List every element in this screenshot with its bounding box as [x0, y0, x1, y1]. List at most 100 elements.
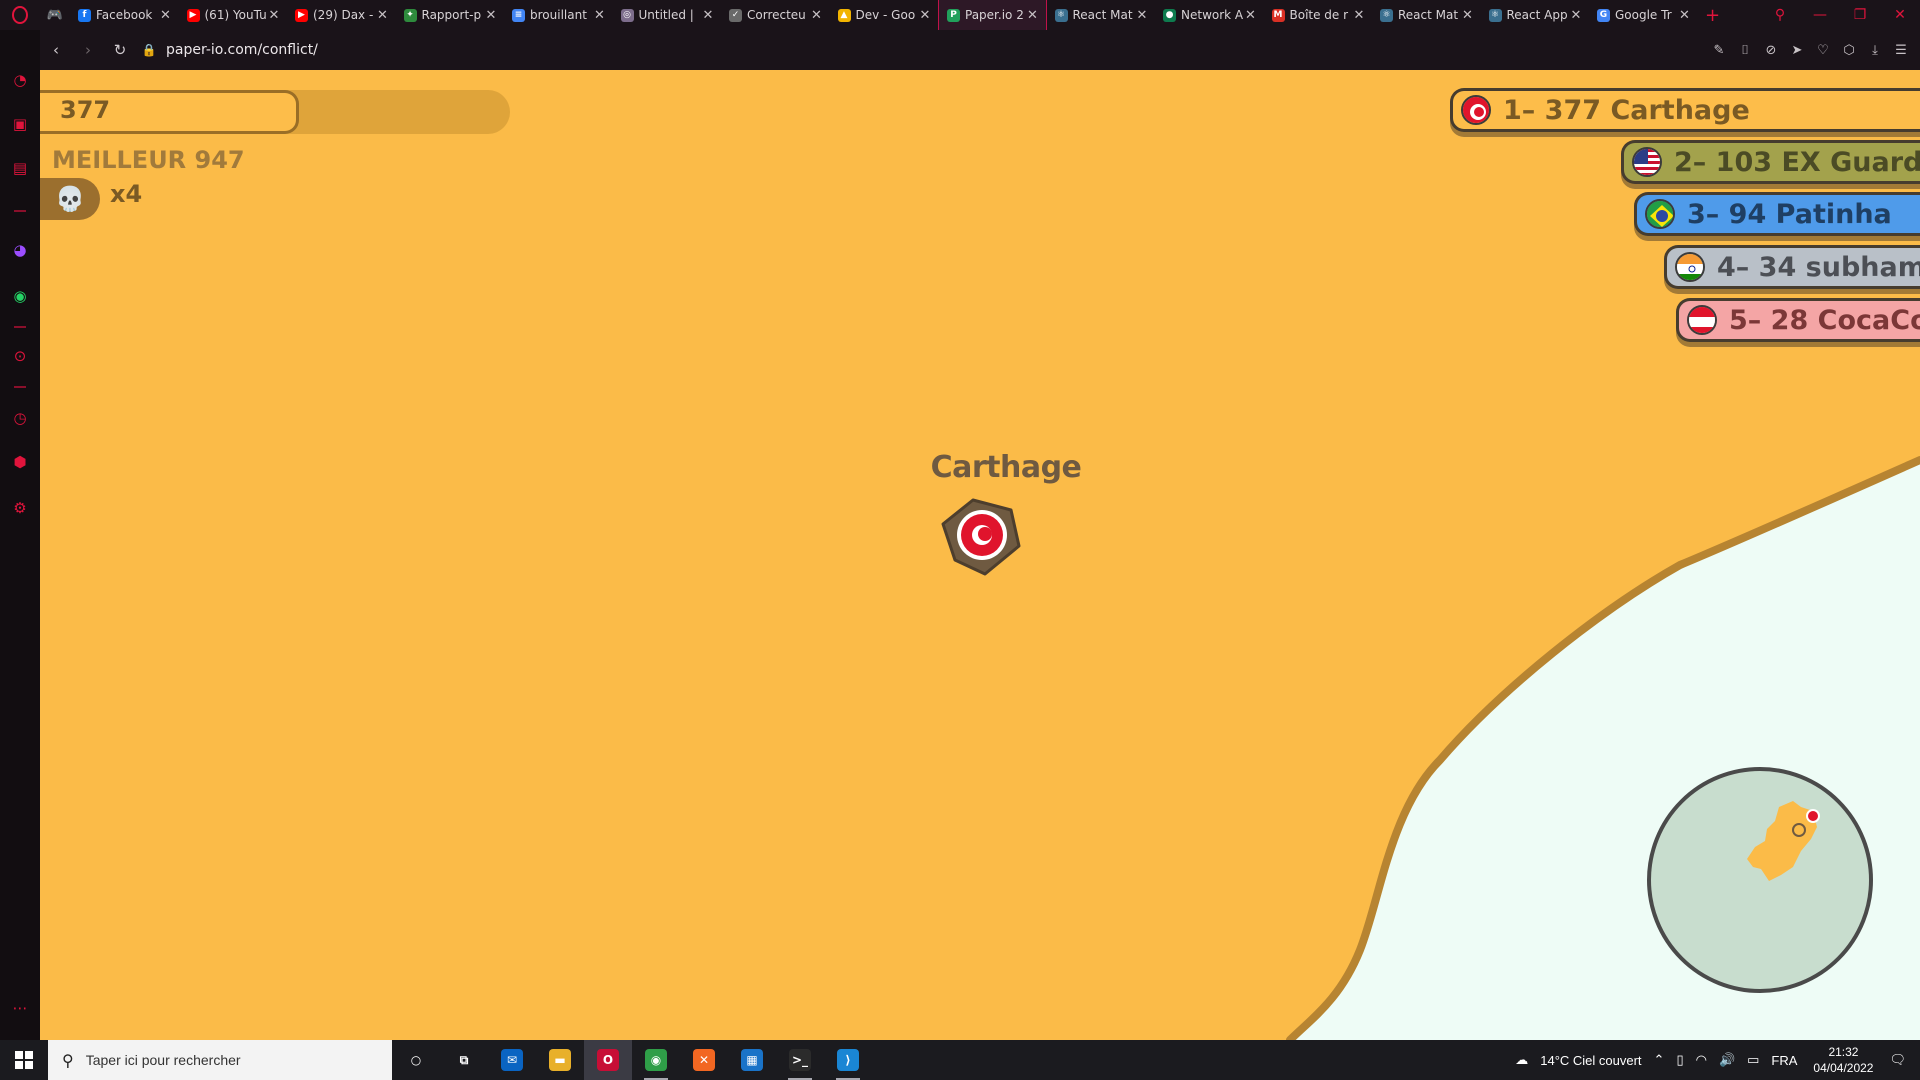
whatsapp-icon[interactable]: ◉ [10, 286, 30, 306]
reload-button[interactable]: ↻ [104, 41, 136, 59]
more-icon[interactable]: ⋯ [10, 998, 30, 1018]
download-icon[interactable]: ⤓ [1862, 43, 1888, 58]
notifications-icon[interactable]: 🗨 [1889, 1052, 1906, 1068]
bag-icon[interactable]: ▣ [10, 114, 30, 134]
chrome-taskbar-button[interactable]: ◉ [632, 1040, 680, 1080]
file-explorer-icon: ▬ [549, 1049, 571, 1071]
new-tab-button[interactable]: + [1698, 5, 1728, 26]
browser-tab[interactable]: ≡ brouillant ✕ [504, 0, 613, 30]
windows-start-icon[interactable] [0, 1040, 48, 1080]
battery-icon[interactable]: ▯ [1676, 1052, 1683, 1068]
history-icon[interactable]: ◷ [10, 408, 30, 428]
easy-setup-icon[interactable]: ☰ [1888, 43, 1914, 58]
task-view-icon: ⧉ [459, 1052, 469, 1067]
browser-tab[interactable]: P Paper.io 2 ✕ [938, 0, 1047, 30]
browser-tab[interactable]: ✓ Correcteu ✕ [721, 0, 830, 30]
language-indicator[interactable]: FRA [1771, 1053, 1797, 1068]
photos-taskbar-button[interactable]: ▦ [728, 1040, 776, 1080]
camera-icon[interactable]: ⌷ [1732, 43, 1758, 58]
tab-title: Correcteu [747, 8, 806, 22]
chevron-up-icon[interactable]: ⌃ [1654, 1052, 1665, 1068]
close-tab-icon[interactable]: ✕ [1678, 8, 1692, 23]
close-window-button[interactable]: ✕ [1880, 7, 1920, 23]
browser-tab[interactable]: G Google Tr ✕ [1589, 0, 1698, 30]
close-tab-icon[interactable]: ✕ [1569, 8, 1583, 23]
browser-tab[interactable]: ⚛ React App ✕ [1481, 0, 1590, 30]
window-controls: ⚲ — ❐ ✕ [1760, 7, 1920, 23]
cloud-icon[interactable]: ☁ [1515, 1052, 1528, 1068]
close-tab-icon[interactable]: ✕ [593, 8, 607, 23]
game-canvas[interactable]: 377 MEILLEUR 947 💀 x4 1– 377 Carthage 2– … [40, 70, 1920, 1040]
terminal-taskbar-button[interactable]: >_ [776, 1040, 824, 1080]
close-tab-icon[interactable]: ✕ [918, 8, 932, 23]
india-flag-icon [1675, 252, 1705, 282]
heart-icon[interactable]: ♡ [1810, 43, 1836, 58]
taskbar-search-box[interactable]: ⚲ Taper ici pour rechercher [48, 1040, 392, 1080]
address-bar: ‹ › ↻ 🔒 paper-io.com/conflict/ ✎ ⌷ ⊘ ➤ ♡… [40, 30, 1920, 70]
usa-flag-icon [1632, 147, 1662, 177]
cube-icon[interactable]: ⬡ [1836, 43, 1862, 58]
gamepad-icon[interactable]: 🎮 [40, 0, 70, 30]
browser-tab[interactable]: M Boîte de r ✕ [1264, 0, 1373, 30]
browser-tab[interactable]: ▶ (61) YouTu ✕ [179, 0, 288, 30]
player-icon[interactable]: ⊙ [10, 346, 30, 366]
browser-tab[interactable]: ⚛ React Mat ✕ [1047, 0, 1156, 30]
tab-title: (29) Dax - [313, 8, 374, 22]
xampp-taskbar-button[interactable]: ✕ [680, 1040, 728, 1080]
close-tab-icon[interactable]: ✕ [484, 8, 498, 23]
messenger-icon[interactable]: ◕ [10, 240, 30, 260]
sidebar-divider [14, 326, 26, 328]
mail-taskbar-button[interactable]: ✉ [488, 1040, 536, 1080]
opera-icon: O [597, 1049, 619, 1071]
clock[interactable]: 21:32 04/04/2022 [1813, 1044, 1873, 1076]
vscode-icon: ⟩ [837, 1049, 859, 1071]
vscode-taskbar-button[interactable]: ⟩ [824, 1040, 872, 1080]
wifi-icon[interactable]: ◠ [1696, 1052, 1707, 1068]
restore-button[interactable]: ❐ [1840, 7, 1880, 23]
browser-tab[interactable]: ◎ Untitled | ✕ [613, 0, 722, 30]
tab-title: React App [1506, 8, 1568, 22]
browser-tab[interactable]: f Facebook ✕ [70, 0, 179, 30]
speaker-icon[interactable]: 🔊 [1719, 1052, 1735, 1068]
task-view-taskbar-button[interactable]: ⧉ [440, 1040, 488, 1080]
close-tab-icon[interactable]: ✕ [1461, 8, 1475, 23]
close-tab-icon[interactable]: ✕ [810, 8, 824, 23]
leaderboard-row: 1– 377 Carthage [1450, 88, 1920, 132]
browser-tab[interactable]: ⚛ React Mat ✕ [1372, 0, 1481, 30]
twitch-icon[interactable]: ▤ [10, 158, 30, 178]
leaderboard: 1– 377 Carthage 2– 103 EX Guardian 3– 94 P… [40, 70, 1920, 370]
close-tab-icon[interactable]: ✕ [701, 8, 715, 23]
tab-search-icon[interactable]: ⚲ [1760, 7, 1800, 23]
extensions-cube-icon[interactable]: ⬢ [10, 452, 30, 472]
browser-tab[interactable]: ● Network A ✕ [1155, 0, 1264, 30]
close-tab-icon[interactable]: ✕ [1244, 8, 1258, 23]
search-icon: ⚲ [62, 1050, 74, 1070]
adblock-icon[interactable]: ⊘ [1758, 43, 1784, 58]
browser-tab[interactable]: ▲ Dev - Goo ✕ [830, 0, 939, 30]
close-tab-icon[interactable]: ✕ [267, 8, 281, 23]
snapshot-edit-icon[interactable]: ✎ [1706, 43, 1732, 58]
url-field[interactable]: paper-io.com/conflict/ [166, 42, 318, 58]
close-tab-icon[interactable]: ✕ [376, 8, 390, 23]
close-tab-icon[interactable]: ✕ [1135, 8, 1149, 23]
brazil-flag-icon [1645, 199, 1675, 229]
close-tab-icon[interactable]: ✕ [1026, 8, 1040, 23]
network-icon[interactable]: ▭ [1747, 1052, 1759, 1068]
opera-taskbar-button[interactable]: O [584, 1040, 632, 1080]
file-explorer-taskbar-button[interactable]: ▬ [536, 1040, 584, 1080]
speed-dial-icon[interactable]: ◔ [10, 70, 30, 90]
close-tab-icon[interactable]: ✕ [1352, 8, 1366, 23]
back-button[interactable]: ‹ [40, 41, 72, 59]
leaf-icon: ✦ [403, 8, 417, 22]
forward-button[interactable]: › [72, 41, 104, 59]
cortana-taskbar-button[interactable]: ○ [392, 1040, 440, 1080]
browser-tab[interactable]: ✦ Rapport-p ✕ [396, 0, 505, 30]
lock-icon[interactable]: 🔒 [136, 43, 162, 57]
opera-menu-icon[interactable] [0, 0, 40, 30]
browser-tab[interactable]: ▶ (29) Dax - ✕ [287, 0, 396, 30]
settings-gear-icon[interactable]: ⚙ [10, 498, 30, 518]
weather-text[interactable]: 14°C Ciel couvert [1540, 1053, 1641, 1068]
minimize-button[interactable]: — [1800, 7, 1840, 23]
flow-send-icon[interactable]: ➤ [1784, 43, 1810, 58]
close-tab-icon[interactable]: ✕ [159, 8, 173, 23]
